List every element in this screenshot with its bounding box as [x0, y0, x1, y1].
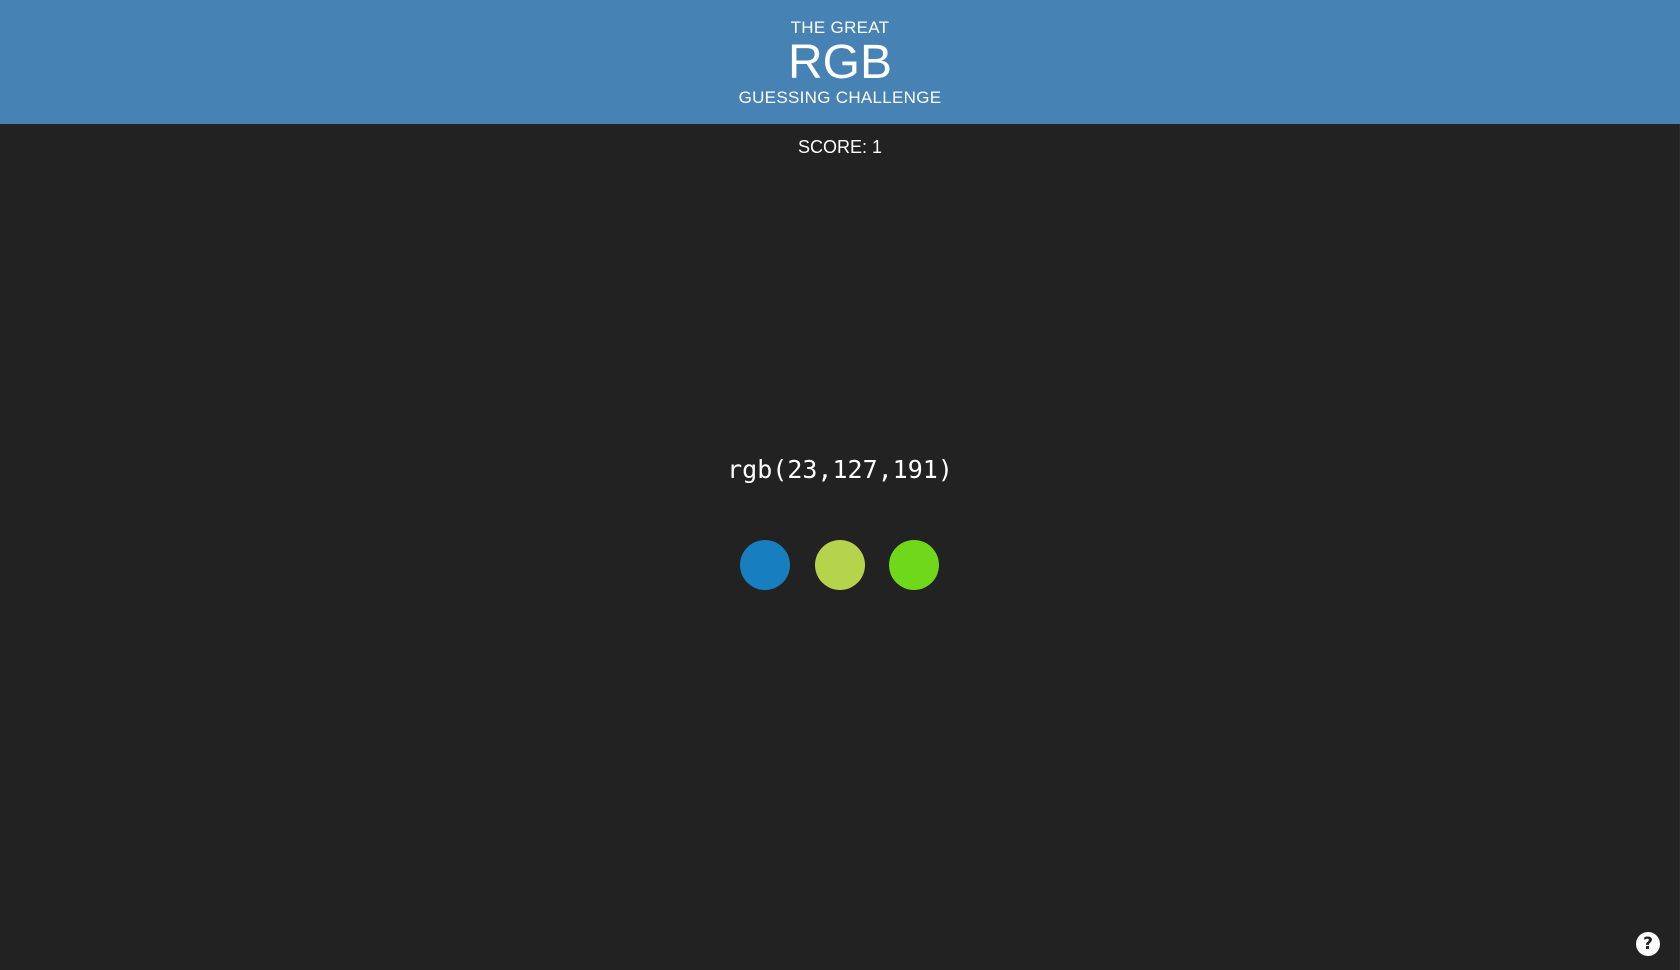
- title-subtitle: GUESSING CHALLENGE: [738, 88, 942, 107]
- color-option-3[interactable]: [889, 540, 939, 590]
- help-icon[interactable]: ?: [1636, 932, 1660, 956]
- color-option-2[interactable]: [815, 540, 865, 590]
- game-title: RGB: [787, 36, 892, 89]
- score-display: SCORE: 1: [797, 137, 883, 157]
- title-kicker: THE GREAT: [790, 18, 890, 37]
- target-rgb-value: rgb(23,127,191): [727, 455, 953, 484]
- game-page: THE GREAT RGB GUESSING CHALLENGE SCORE: …: [0, 0, 1680, 970]
- color-option-1[interactable]: [740, 540, 790, 590]
- header-banner: THE GREAT RGB GUESSING CHALLENGE: [0, 0, 1680, 124]
